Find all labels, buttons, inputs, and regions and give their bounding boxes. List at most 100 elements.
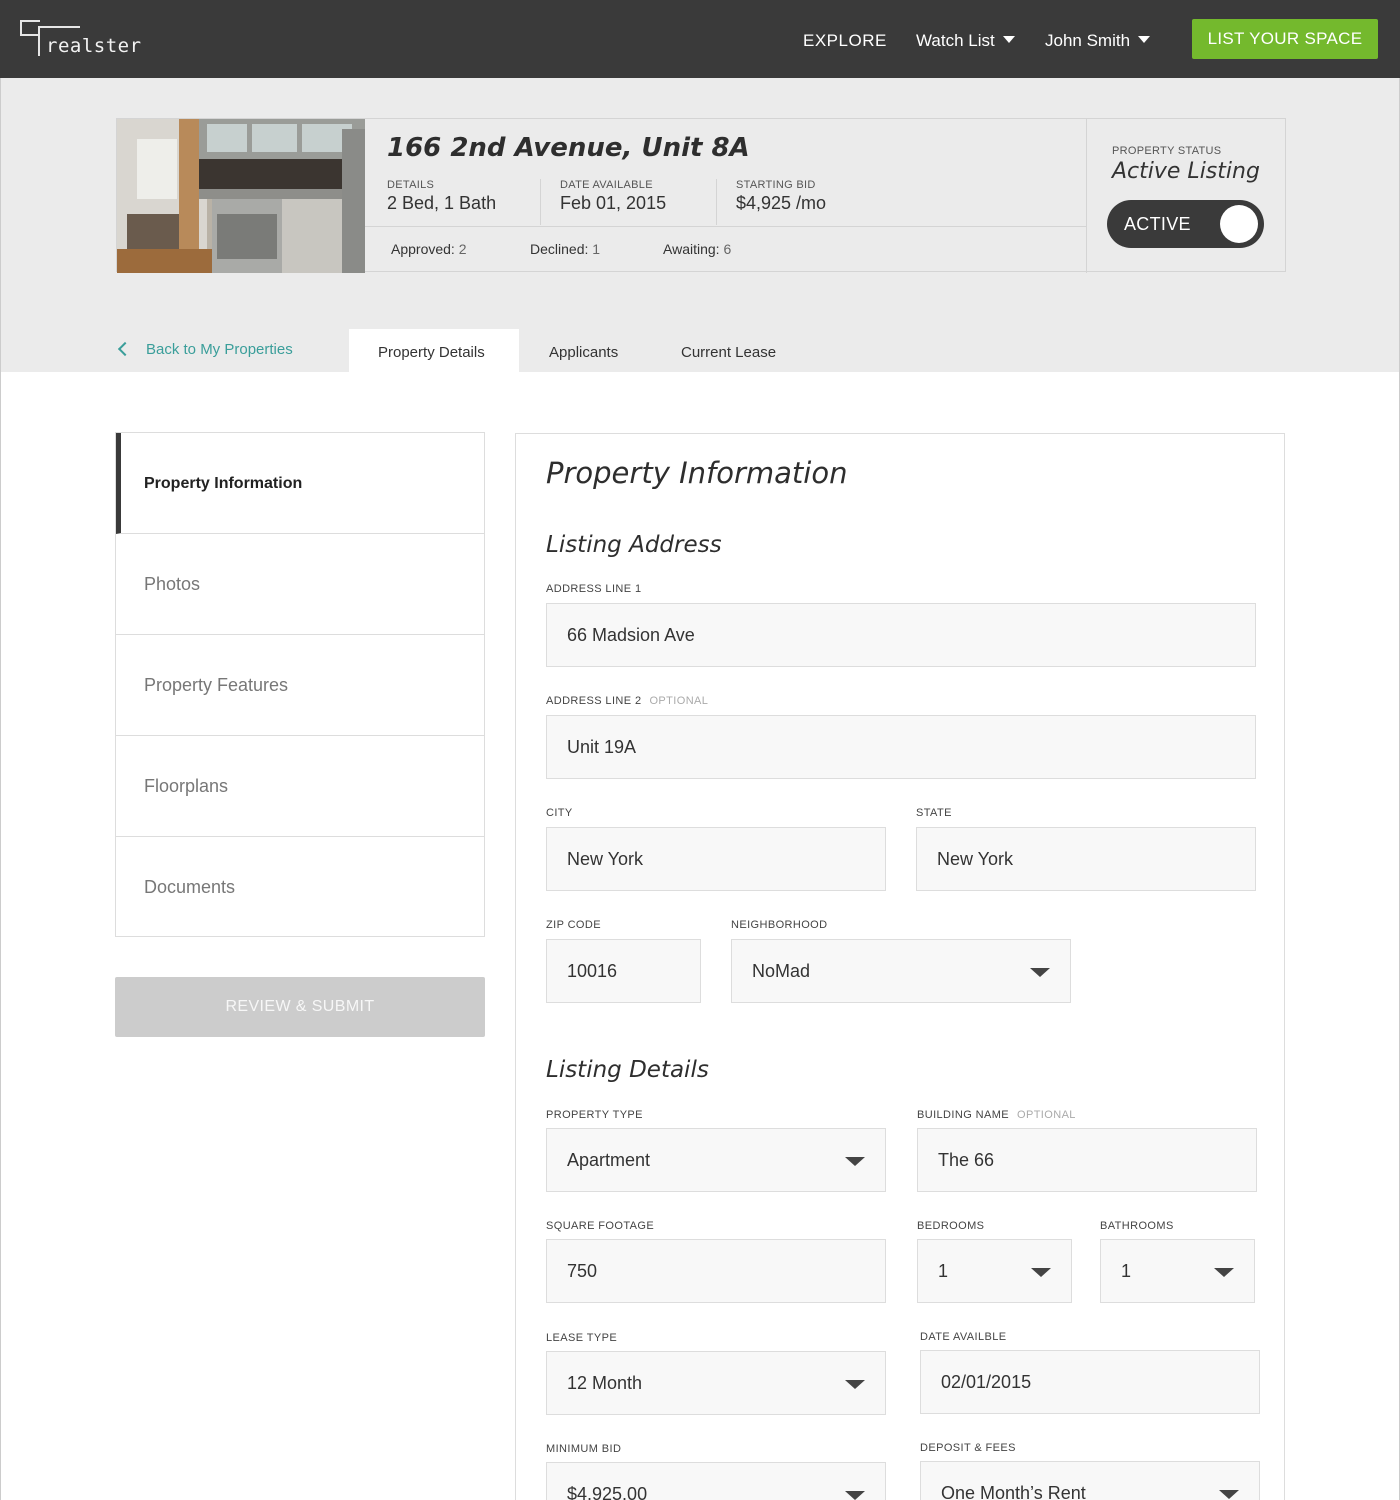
date-available-field-label: DATE AVAILBLE — [920, 1331, 1007, 1343]
sidebar-item-property-information[interactable]: Property Information — [116, 433, 484, 534]
divider — [365, 226, 1087, 227]
sidebar-item-property-features[interactable]: Property Features — [116, 635, 484, 736]
sidebar-item-photos[interactable]: Photos — [116, 534, 484, 635]
lease-type-label: LEASE TYPE — [546, 1332, 618, 1344]
realster-logo[interactable]: realster — [20, 20, 141, 60]
bedrooms-select[interactable]: 1 — [917, 1239, 1072, 1303]
zip-code-field[interactable]: 10016 — [546, 939, 701, 1003]
building-name-field[interactable]: The 66 — [917, 1128, 1257, 1192]
building-name-label: BUILDING NAME OPTIONAL — [917, 1109, 1076, 1121]
bathrooms-label: BATHROOMS — [1100, 1220, 1174, 1232]
square-footage-field[interactable]: 750 — [546, 1239, 886, 1303]
date-available-label: DATE AVAILABLE — [560, 179, 653, 191]
date-available-value: Feb 01, 2015 — [560, 193, 667, 213]
details-label: DETAILS — [387, 179, 435, 191]
top-nav: realster EXPLORE Watch List John Smith L… — [0, 0, 1400, 78]
building-name-label-text: BUILDING NAME — [917, 1109, 1009, 1121]
toggle-knob — [1220, 205, 1258, 243]
address-line-2-label: ADDRESS LINE 2 OPTIONAL — [546, 695, 708, 707]
approved-label: Approved: — [391, 241, 455, 257]
property-starting-bid: STARTING BID $4,925 /mo — [736, 179, 826, 214]
lease-type-select[interactable]: 12 Month — [546, 1351, 886, 1415]
dropdown-arrow-icon — [845, 1380, 865, 1389]
property-details: DETAILS 2 Bed, 1 Bath — [387, 179, 496, 214]
address-line-1-field[interactable]: 66 Madsion Ave — [546, 603, 1256, 667]
property-info: 166 2nd Avenue, Unit 8A DETAILS 2 Bed, 1… — [365, 119, 1087, 273]
chevron-down-icon — [1138, 36, 1151, 43]
address-line-2-field[interactable]: Unit 19A — [546, 715, 1256, 779]
property-date-available: DATE AVAILABLE Feb 01, 2015 — [560, 179, 666, 214]
logo-text: realster — [46, 35, 142, 57]
awaiting-value: 6 — [723, 241, 732, 257]
bedrooms-value: 1 — [938, 1261, 949, 1281]
property-information-panel: Property Information Listing Address ADD… — [515, 433, 1285, 1500]
tab-current-lease[interactable]: Current Lease — [652, 329, 805, 372]
city-field[interactable]: New York — [546, 827, 886, 891]
city-label: CITY — [546, 807, 573, 819]
listing-details-heading: Listing Details — [546, 1057, 709, 1083]
logo-line — [38, 26, 80, 28]
chevron-left-icon — [117, 341, 133, 357]
property-photo[interactable] — [117, 119, 365, 273]
declined-label: Declined: — [530, 241, 589, 257]
bedrooms-label: BEDROOMS — [917, 1220, 985, 1232]
deposit-fees-select[interactable]: One Month’s Rent — [920, 1461, 1260, 1500]
property-type-select[interactable]: Apartment — [546, 1128, 886, 1192]
nav-user-name: John Smith — [1045, 31, 1131, 50]
address-line-2-label-text: ADDRESS LINE 2 — [546, 695, 642, 707]
back-to-my-properties-link[interactable]: Back to My Properties — [116, 341, 293, 358]
awaiting-count: Awaiting: 6 — [663, 241, 731, 257]
nav-watch-list[interactable]: Watch List — [916, 31, 1015, 51]
sidebar-item-floorplans[interactable]: Floorplans — [116, 736, 484, 837]
state-field[interactable]: New York — [916, 827, 1256, 891]
listing-address-heading: Listing Address — [546, 532, 722, 558]
starting-bid-value: $4,925 /mo — [736, 193, 827, 213]
panel-title: Property Information — [546, 456, 848, 490]
neighborhood-label: NEIGHBORHOOD — [731, 919, 828, 931]
dropdown-arrow-icon — [1030, 968, 1050, 977]
dropdown-arrow-icon — [1219, 1490, 1239, 1499]
property-type-label: PROPERTY TYPE — [546, 1109, 643, 1121]
neighborhood-value: NoMad — [752, 961, 811, 981]
optional-tag: OPTIONAL — [1017, 1109, 1076, 1121]
property-status: PROPERTY STATUS Active Listing ACTIVE — [1087, 119, 1287, 273]
property-header: 166 2nd Avenue, Unit 8A DETAILS 2 Bed, 1… — [0, 78, 1400, 372]
optional-tag: OPTIONAL — [649, 695, 709, 707]
deposit-fees-label: DEPOSIT & FEES — [920, 1442, 1016, 1454]
bathrooms-select[interactable]: 1 — [1100, 1239, 1255, 1303]
kitchen-photo-image — [117, 119, 365, 273]
logo-stem — [38, 26, 40, 56]
minimum-bid-value: $4,925.00 — [567, 1484, 648, 1500]
property-summary-card: 166 2nd Avenue, Unit 8A DETAILS 2 Bed, 1… — [116, 118, 1287, 273]
active-toggle[interactable]: ACTIVE — [1107, 200, 1264, 248]
neighborhood-select[interactable]: NoMad — [731, 939, 1071, 1003]
section-sidebar: Property Information Photos Property Fea… — [115, 432, 485, 937]
nav-user-menu[interactable]: John Smith — [1045, 31, 1151, 51]
declined-value: 1 — [592, 241, 601, 257]
tab-applicants[interactable]: Applicants — [520, 329, 647, 372]
review-submit-button[interactable]: REVIEW & SUBMIT — [115, 977, 485, 1037]
nav-explore[interactable]: EXPLORE — [803, 31, 887, 51]
sidebar-item-documents[interactable]: Documents — [116, 837, 484, 938]
declined-count: Declined: 1 — [530, 241, 600, 257]
property-status-label: PROPERTY STATUS — [1112, 145, 1222, 157]
logo-mark-icon — [20, 20, 40, 36]
property-address: 166 2nd Avenue, Unit 8A — [387, 133, 750, 163]
back-link-label: Back to My Properties — [146, 341, 293, 358]
property-type-value: Apartment — [567, 1150, 651, 1170]
dropdown-arrow-icon — [1031, 1268, 1051, 1277]
page-border — [0, 372, 1, 1500]
square-footage-label: SQUARE FOOTAGE — [546, 1220, 655, 1232]
list-your-space-button[interactable]: LIST YOUR SPACE — [1192, 19, 1378, 59]
divider — [540, 179, 541, 225]
bathrooms-value: 1 — [1121, 1261, 1132, 1281]
deposit-fees-value: One Month’s Rent — [941, 1483, 1086, 1500]
toggle-label: ACTIVE — [1124, 214, 1191, 234]
zip-code-label: ZIP CODE — [546, 919, 601, 931]
date-available-field[interactable]: 02/01/2015 — [920, 1350, 1260, 1414]
minimum-bid-select[interactable]: $4,925.00 — [546, 1462, 886, 1500]
minimum-bid-label: MINIMUM BID — [546, 1443, 622, 1455]
tab-property-details[interactable]: Property Details — [349, 329, 519, 372]
lease-type-value: 12 Month — [567, 1373, 643, 1393]
chevron-down-icon — [1002, 36, 1015, 43]
